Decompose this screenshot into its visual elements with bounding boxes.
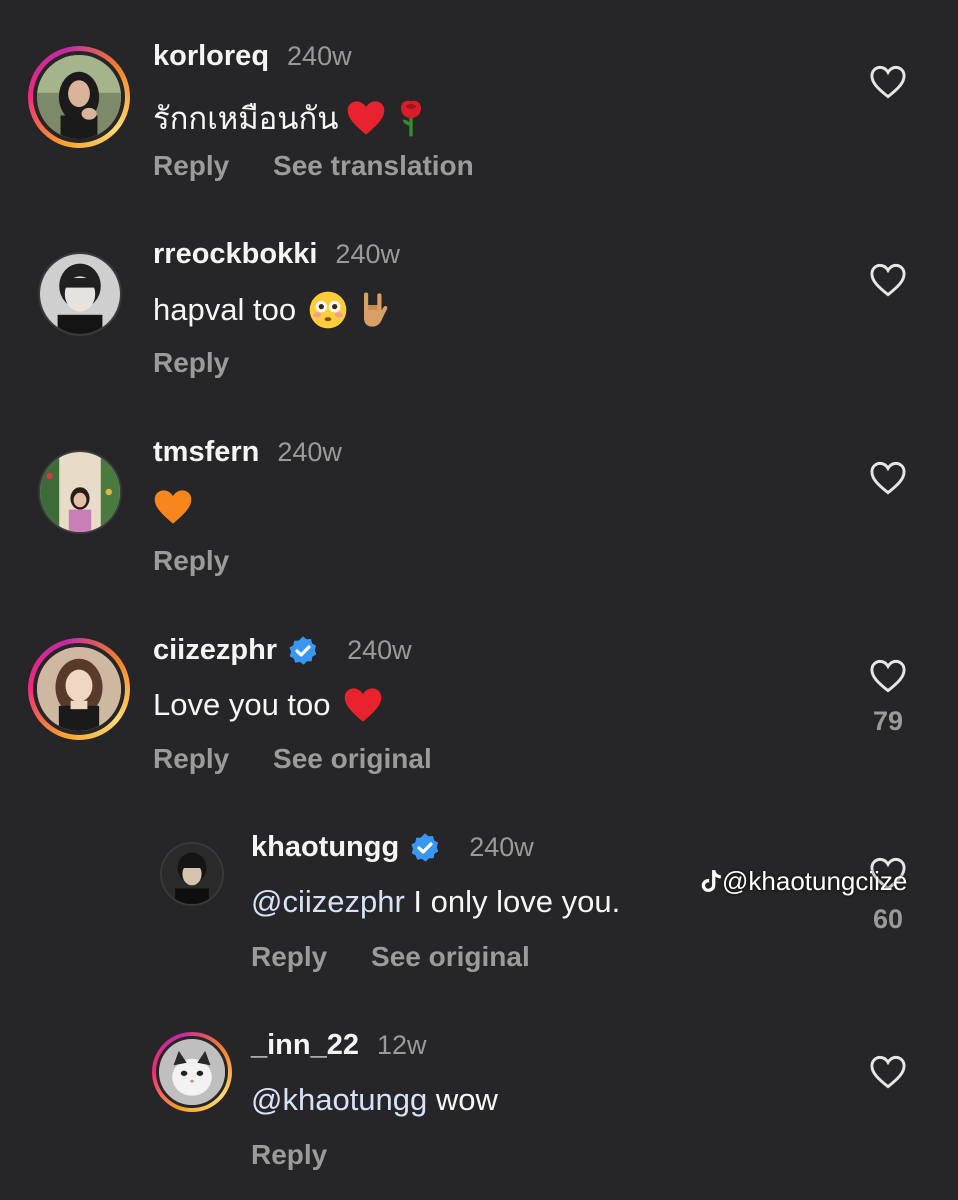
username[interactable]: khaotungg [251, 831, 399, 864]
timestamp: 240w [347, 635, 412, 665]
reply-button[interactable]: Reply [251, 1139, 327, 1170]
like-button[interactable] [868, 1054, 908, 1090]
username[interactable]: ciizezphr [153, 634, 277, 667]
reply-button[interactable]: Reply [153, 545, 229, 576]
avatar[interactable] [152, 1032, 232, 1112]
comment-body: รักกเหมือนกัน [153, 101, 339, 136]
comment-text: รักกเหมือนกัน [153, 93, 428, 143]
tiktok-watermark: @khaotungciize [700, 866, 907, 897]
tiktok-logo-icon [701, 870, 721, 892]
comment-body: wow [427, 1082, 498, 1117]
comment-body: I only love you. [404, 884, 621, 919]
like-button[interactable] [868, 262, 908, 298]
like-count: 60 [872, 904, 904, 934]
avatar[interactable] [38, 252, 122, 336]
reply-button[interactable]: Reply [153, 150, 229, 181]
username[interactable]: _inn_22 [251, 1029, 359, 1062]
comment-text: Love you too [153, 686, 383, 724]
heart-outline-icon [870, 461, 906, 495]
comment-text [153, 488, 193, 526]
avatar[interactable] [38, 450, 122, 534]
avatar-image [37, 55, 121, 139]
avatar-image [40, 452, 120, 532]
like-button[interactable] [868, 460, 908, 496]
avatar-image [37, 647, 121, 731]
like-button[interactable] [868, 64, 908, 100]
avatar[interactable] [160, 842, 224, 906]
like-button[interactable]: 79 [868, 658, 908, 737]
timestamp: 240w [287, 41, 352, 71]
see-original-button[interactable]: See original [371, 941, 530, 972]
avatar-image [40, 254, 120, 334]
avatar[interactable] [28, 46, 130, 148]
avatar-image [162, 844, 222, 904]
avatar[interactable] [28, 638, 130, 740]
mention-link[interactable]: @ciizezphr [251, 884, 405, 920]
rock-on-hand-icon [364, 292, 388, 327]
rose-icon [401, 100, 422, 137]
reply-button[interactable]: Reply [251, 941, 327, 972]
comment-text: @khaotungg wow [251, 1082, 498, 1118]
timestamp: 240w [335, 239, 400, 269]
like-count: 79 [872, 706, 904, 736]
comment-text: hapval too [153, 290, 392, 330]
see-original-button[interactable]: See original [273, 743, 432, 774]
comment-body: Love you too [153, 687, 331, 722]
timestamp: 240w [469, 832, 534, 862]
verified-badge-icon [289, 635, 317, 665]
heart-outline-icon [870, 1055, 906, 1089]
avatar-image [159, 1039, 225, 1105]
orange-heart-icon [154, 490, 192, 524]
comment-text: @ciizezphr I only love you. [251, 884, 620, 920]
heart-outline-icon [870, 65, 906, 99]
timestamp: 240w [277, 437, 342, 467]
timestamp: 12w [377, 1030, 427, 1060]
see-translation-button[interactable]: See translation [273, 150, 474, 181]
username[interactable]: korloreq [153, 40, 269, 73]
username[interactable]: rreockbokki [153, 238, 317, 271]
comment-body: hapval too [153, 292, 297, 327]
red-heart-icon [344, 688, 381, 722]
mention-link[interactable]: @khaotungg [251, 1082, 427, 1118]
heart-outline-icon [870, 659, 906, 693]
red-heart-icon [348, 101, 385, 135]
flushed-face-icon [309, 291, 347, 329]
heart-outline-icon [870, 263, 906, 297]
watermark-handle: @khaotungciize [722, 866, 908, 896]
reply-button[interactable]: Reply [153, 743, 229, 774]
username[interactable]: tmsfern [153, 436, 259, 469]
verified-badge-icon [411, 832, 439, 862]
reply-button[interactable]: Reply [153, 347, 229, 378]
